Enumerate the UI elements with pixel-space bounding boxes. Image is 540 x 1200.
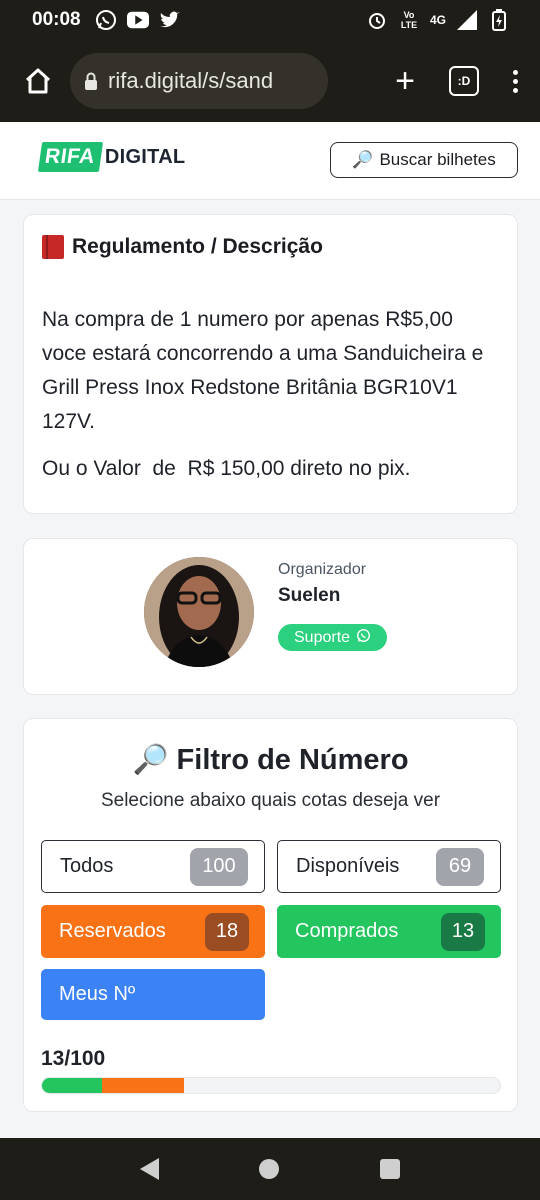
browser-toolbar: rifa.digital/s/sand + :D	[0, 40, 540, 122]
progress-label: 13/100	[41, 1047, 106, 1070]
filter-todos-label: Todos	[60, 855, 114, 877]
regulamento-card: Regulamento / Descrição Na compra de 1 n…	[23, 214, 518, 514]
magnifier-icon: 🔎	[132, 744, 169, 776]
progress-reservados-segment	[101, 1078, 184, 1093]
filter-comprados-count: 13	[441, 912, 485, 951]
home-nav-button[interactable]	[259, 1159, 280, 1179]
filter-header: 🔎 Filtro de Número	[24, 743, 517, 777]
status-bar: 00:08 Vo LTE 4G	[0, 0, 540, 40]
new-tab-button[interactable]: +	[395, 64, 415, 98]
filter-meus-label: Meus Nº	[59, 983, 136, 1005]
filter-comprados-label: Comprados	[295, 920, 399, 942]
progress-bar	[41, 1077, 501, 1094]
system-nav-bar	[0, 1138, 540, 1200]
filter-disponiveis-count: 69	[436, 847, 484, 886]
filter-subtitle: Selecione abaixo quais cotas deseja ver	[100, 790, 441, 811]
back-button[interactable]	[140, 1158, 160, 1180]
logo-digital: DIGITAL	[104, 145, 186, 168]
url-text: rifa.digital/s/sand	[108, 68, 274, 93]
filter-todos-button[interactable]: Todos 100	[41, 840, 265, 893]
whatsapp-icon	[95, 9, 117, 31]
search-tickets-button[interactable]: 🔎 Buscar bilhetes	[330, 142, 518, 178]
lock-icon	[84, 72, 98, 90]
volte-icon: Vo LTE	[400, 10, 418, 30]
status-time: 00:08	[32, 9, 81, 30]
avatar	[144, 557, 254, 667]
filter-comprados-button[interactable]: Comprados 13	[277, 905, 501, 958]
support-button[interactable]: Suporte	[278, 624, 388, 651]
whatsapp-icon	[356, 628, 371, 648]
search-tickets-label: Buscar bilhetes	[379, 150, 496, 169]
battery-charging-icon	[488, 9, 510, 31]
book-icon	[42, 235, 64, 259]
youtube-icon	[126, 9, 149, 31]
home-icon	[25, 68, 51, 94]
twitter-icon	[159, 9, 181, 31]
filter-disponiveis-button[interactable]: Disponíveis 69	[277, 840, 501, 893]
progress-comprados-segment	[42, 1078, 102, 1093]
browser-menu-button[interactable]	[513, 69, 518, 93]
tab-switcher-button[interactable]: :D	[449, 66, 479, 96]
number-filter-card: 🔎 Filtro de Número Selecione abaixo quai…	[23, 718, 518, 1112]
filter-meus-numeros-button[interactable]: Meus Nº	[41, 969, 265, 1020]
home-button[interactable]	[18, 61, 58, 101]
filter-todos-count: 100	[190, 847, 248, 886]
regulamento-description: Na compra de 1 numero por apenas R$5,00 …	[42, 308, 484, 433]
recents-button[interactable]	[379, 1159, 400, 1179]
regulamento-pix: Ou o Valor de R$ 150,00 direto no pix.	[42, 457, 411, 480]
magnifier-icon: 🔎	[352, 150, 374, 169]
address-bar[interactable]: rifa.digital/s/sand	[70, 53, 328, 109]
organizer-card: Organizador Suelen Suporte	[23, 538, 518, 695]
organizer-label: Organizador	[278, 561, 367, 578]
site-logo[interactable]: RIFA DIGITAL	[37, 142, 186, 172]
organizer-name: Suelen	[278, 585, 341, 606]
filter-title: Filtro de Número	[176, 743, 409, 776]
filter-reservados-count: 18	[205, 912, 249, 951]
filter-reservados-button[interactable]: Reservados 18	[41, 905, 265, 958]
filter-disponiveis-label: Disponíveis	[296, 855, 400, 877]
alarm-icon	[366, 9, 388, 31]
site-header: RIFA DIGITAL 🔎 Buscar bilhetes	[0, 122, 540, 200]
regulamento-title: Regulamento / Descrição	[72, 235, 323, 258]
filter-reservados-label: Reservados	[59, 920, 166, 942]
regulamento-header: Regulamento / Descrição	[42, 235, 499, 259]
support-label: Suporte	[294, 628, 351, 646]
signal-icon	[456, 9, 478, 31]
logo-rifa: RIFA	[37, 142, 103, 172]
network-type: 4G	[429, 13, 446, 27]
